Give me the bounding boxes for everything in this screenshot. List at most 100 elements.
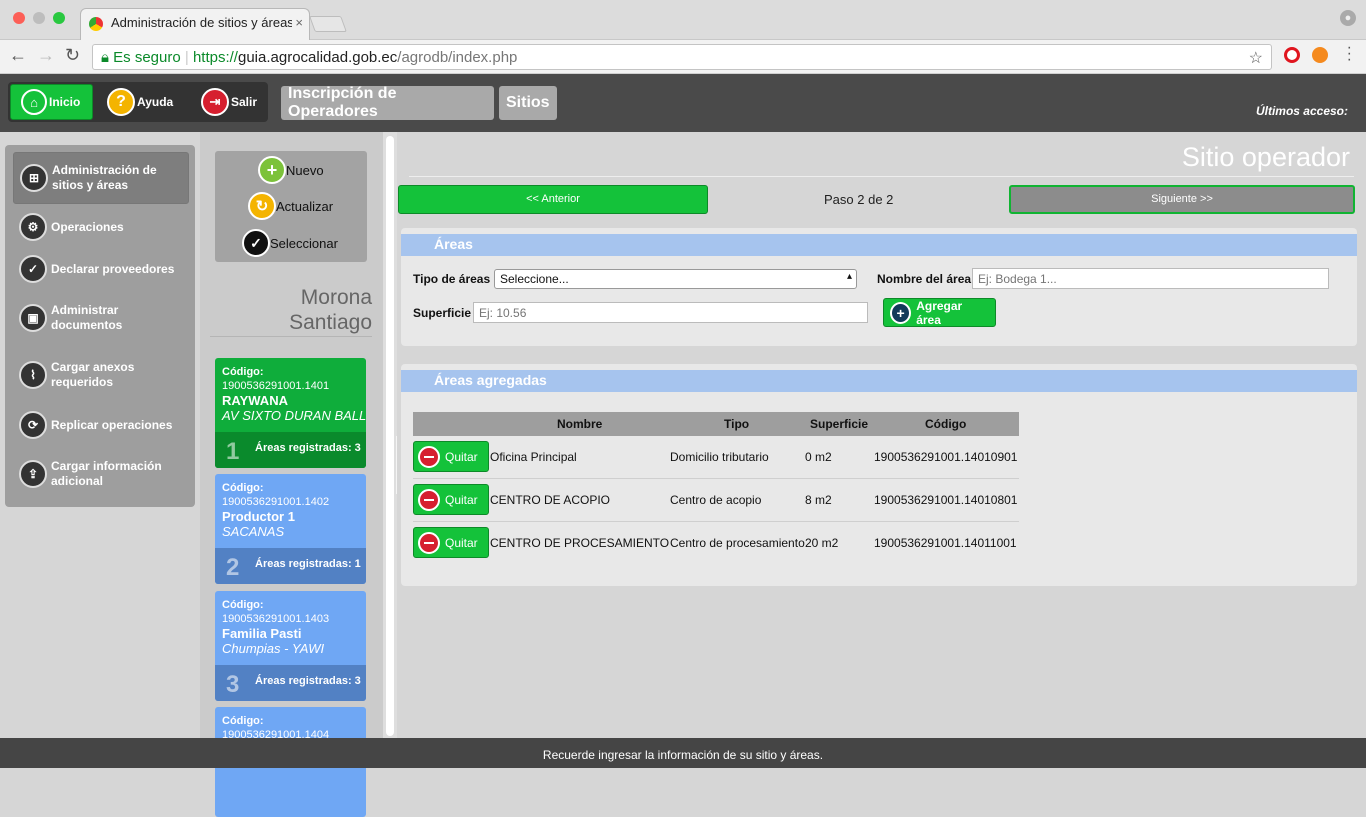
tipo-areas-value: Seleccione... xyxy=(500,272,569,286)
minimize-window-button[interactable] xyxy=(33,12,45,24)
site-code-label: Código: xyxy=(222,366,264,378)
tipo-areas-select[interactable]: Seleccione... ▴ xyxy=(494,269,857,289)
menu-item-administrar-documentos[interactable]: ▣ Administrar documentos xyxy=(13,303,189,333)
refresh-icon: ↻ xyxy=(248,192,276,220)
logout-icon: ⇥ xyxy=(201,88,229,116)
cell-superficie: 0 m2 xyxy=(805,450,832,464)
browser-tab[interactable]: Administración de sitios y áreas × xyxy=(80,8,310,40)
actualizar-button[interactable]: ↻ Actualizar xyxy=(248,192,333,220)
menu-item-label: Administración de sitios y áreas xyxy=(52,163,157,192)
menu-item-cargar-informacion[interactable]: ⇪ Cargar información adicional xyxy=(13,459,189,489)
table-header: Nombre Tipo Superficie Código xyxy=(413,412,1019,436)
cell-codigo: 1900536291001.14011001 xyxy=(874,536,1017,550)
added-areas-header: Áreas agregadas xyxy=(401,370,1357,392)
sitios-button[interactable]: Sitios xyxy=(499,86,557,120)
reload-icon[interactable]: ↻ xyxy=(65,45,80,66)
next-button[interactable]: Siguiente >> xyxy=(1009,185,1355,214)
quitar-button[interactable]: Quitar xyxy=(413,484,489,515)
table-row: Quitar CENTRO DE ACOPIO Centro de acopio… xyxy=(413,479,1019,522)
cell-superficie: 8 m2 xyxy=(805,493,832,507)
cell-nombre: CENTRO DE ACOPIO xyxy=(490,493,611,507)
column-nombre: Nombre xyxy=(557,417,603,431)
inicio-label: Inicio xyxy=(49,95,81,109)
nombre-area-label: Nombre del área xyxy=(877,272,972,286)
inicio-button[interactable]: ⌂ Inicio xyxy=(10,84,93,120)
site-code-label: Código: xyxy=(222,482,264,494)
site-address: SACANAS xyxy=(222,524,285,539)
ayuda-button[interactable]: ? Ayuda xyxy=(107,84,173,120)
remove-icon xyxy=(418,488,440,511)
superficie-input[interactable] xyxy=(473,302,868,323)
menu-item-declarar-proveedores[interactable]: ✓ Declarar proveedores xyxy=(13,255,189,283)
tipo-areas-label: Tipo de áreas xyxy=(413,272,491,286)
opera-extension-icon[interactable] xyxy=(1284,47,1300,63)
bookmark-star-icon[interactable]: ☆ xyxy=(1249,48,1263,68)
site-number: 2 xyxy=(226,554,240,581)
cell-nombre: CENTRO DE PROCESAMIENTO xyxy=(490,536,670,550)
menu-item-label: Cargar información adicional xyxy=(51,459,162,488)
added-areas-section: Áreas agregadas Nombre Tipo Superficie C… xyxy=(401,364,1357,586)
last-access-label: Últimos acceso: xyxy=(1255,104,1348,118)
left-menu: ⊞ Administración de sitios y áreas ⚙ Ope… xyxy=(5,145,195,507)
menu-item-admin-sitios[interactable]: ⊞ Administración de sitios y áreas xyxy=(13,152,189,204)
add-area-button[interactable]: + Agregar área xyxy=(883,298,996,327)
site-card[interactable]: Código: 1900536291001.1401 RAYWANA AV SI… xyxy=(215,358,366,468)
extension-icon[interactable] xyxy=(1312,47,1328,63)
tab-close-icon[interactable]: × xyxy=(292,15,303,30)
menu-item-operaciones[interactable]: ⚙ Operaciones xyxy=(13,213,189,241)
briefcase-icon: ▣ xyxy=(19,304,47,332)
cell-nombre: Oficina Principal xyxy=(490,450,577,464)
sitemap-icon: ⊞ xyxy=(20,164,48,192)
site-code: 1900536291001.1402 xyxy=(222,496,330,508)
cell-codigo: 1900536291001.14010901 xyxy=(874,450,1018,464)
home-icon: ⌂ xyxy=(21,89,47,115)
inscripcion-button[interactable]: Inscripción de Operadores xyxy=(281,85,494,120)
cell-tipo: Centro de procesamiento xyxy=(670,536,805,550)
site-card[interactable]: Código: 1900536291001.1402 Productor 1 S… xyxy=(215,474,366,584)
site-card-footer: 3 Áreas registradas: 3 xyxy=(215,665,366,701)
column-superficie: Superficie xyxy=(810,417,869,431)
nuevo-button[interactable]: + Nuevo xyxy=(258,156,324,184)
select-arrows-icon: ▴ xyxy=(846,271,852,282)
site-address: Chumpias - YAWI xyxy=(222,641,325,656)
sites-scrollbar[interactable] xyxy=(383,132,397,738)
checklist-icon: ✓ xyxy=(19,255,47,283)
site-card[interactable]: Código: 1900536291001.1403 Familia Pasti… xyxy=(215,591,366,701)
divider xyxy=(409,176,1354,177)
scroll-thumb[interactable] xyxy=(386,136,394,736)
browser-toolbar: ← → ↻ 🔒︎ Es seguro | https://guia.agroca… xyxy=(0,40,1366,74)
maximize-window-button[interactable] xyxy=(53,12,65,24)
url-scheme: https:// xyxy=(192,49,238,66)
previous-button[interactable]: << Anterior xyxy=(398,185,708,214)
site-code-label: Código: xyxy=(222,599,264,611)
paperclip-icon: ⌇ xyxy=(19,361,47,389)
site-favicon-icon xyxy=(89,17,103,31)
back-icon[interactable]: ← xyxy=(9,45,27,66)
location-title: Morona Santiago xyxy=(289,286,372,334)
address-bar[interactable]: 🔒︎ Es seguro | https://guia.agrocalidad.… xyxy=(92,44,1272,70)
site-areas-count: Áreas registradas: 3 xyxy=(255,442,361,454)
nuevo-label: Nuevo xyxy=(286,162,324,178)
remove-icon xyxy=(418,531,440,554)
quitar-button[interactable]: Quitar xyxy=(413,441,489,472)
quitar-button[interactable]: Quitar xyxy=(413,527,489,558)
salir-button[interactable]: ⇥ Salir xyxy=(201,84,257,120)
menu-item-cargar-anexos[interactable]: ⌇ Cargar anexos requeridos xyxy=(13,360,189,390)
seleccionar-button[interactable]: ✓ Seleccionar xyxy=(242,229,338,257)
site-number: 1 xyxy=(226,438,240,465)
nombre-area-input[interactable] xyxy=(972,268,1329,289)
browser-menu-icon[interactable]: · · · xyxy=(1347,40,1352,68)
site-name: Productor 1 xyxy=(222,509,295,524)
site-number: 3 xyxy=(226,671,240,698)
close-window-button[interactable] xyxy=(13,12,25,24)
main-content: Sitio operador << Anterior Paso 2 de 2 S… xyxy=(397,132,1366,738)
menu-item-label: Operaciones xyxy=(51,219,124,234)
secure-label: Es seguro xyxy=(113,49,181,66)
menu-item-replicar-operaciones[interactable]: ⟳ Replicar operaciones xyxy=(13,411,189,439)
profile-icon[interactable]: ● xyxy=(1340,10,1356,26)
forward-icon[interactable]: → xyxy=(37,45,55,66)
new-tab-button[interactable] xyxy=(309,16,347,32)
site-code: 1900536291001.1401 xyxy=(222,380,330,392)
url-host: guia.agrocalidad.gob.ec xyxy=(237,49,398,66)
select-cart-icon: ✓ xyxy=(242,229,270,257)
